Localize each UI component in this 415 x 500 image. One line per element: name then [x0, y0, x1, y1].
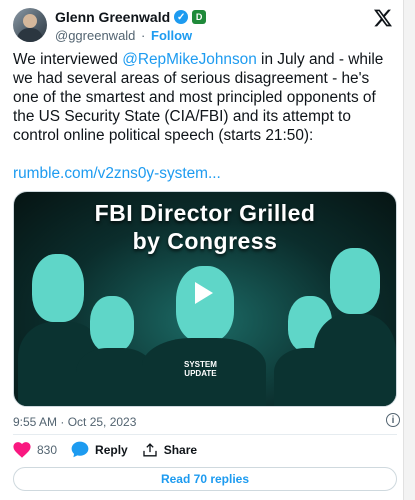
tweet-header: Glenn Greenwald ✓ D @ggreenwald · Follow: [13, 6, 393, 46]
author-handle[interactable]: @ggreenwald: [55, 28, 135, 43]
system-update-logo: SYSTEM UPDATE: [184, 360, 217, 378]
action-bar: 830 Reply Share: [13, 441, 197, 458]
reply-label: Reply: [95, 442, 128, 457]
handle-row: @ggreenwald · Follow: [55, 28, 192, 43]
like-count: 830: [37, 442, 58, 457]
figure-right: [314, 244, 396, 406]
tweet-text-part1: We interviewed: [13, 51, 123, 68]
read-replies-button[interactable]: Read 70 replies: [13, 467, 397, 491]
badge-line1: SYSTEM: [184, 360, 217, 369]
tweet-timestamp[interactable]: 9:55 AM · Oct 25, 2023: [13, 415, 136, 429]
play-icon[interactable]: [195, 282, 213, 304]
name-row: Glenn Greenwald ✓ D: [55, 9, 207, 25]
avatar[interactable]: [13, 8, 47, 42]
mention-link[interactable]: @RepMikeJohnson: [122, 51, 257, 68]
badge-line2: UPDATE: [184, 369, 217, 378]
external-link[interactable]: rumble.com/v2zns0y-system...: [13, 165, 221, 182]
info-icon[interactable]: i: [386, 413, 400, 427]
avatar-torso: [17, 28, 43, 42]
tweet-card: Glenn Greenwald ✓ D @ggreenwald · Follow…: [0, 0, 404, 500]
verified-badge-icon: ✓: [174, 10, 189, 24]
media-title-line1: FBI Director Grilled: [94, 200, 316, 226]
reply-button[interactable]: Reply: [71, 441, 128, 458]
x-logo-icon[interactable]: [373, 8, 393, 28]
reply-icon: [71, 441, 89, 458]
tweet-text: We interviewed @RepMikeJohnson in July a…: [13, 50, 397, 183]
video-thumbnail[interactable]: FBI Director Grilled by Congress SYSTEM …: [13, 191, 397, 407]
heart-icon: [13, 441, 31, 458]
author-name[interactable]: Glenn Greenwald: [55, 9, 170, 25]
like-button[interactable]: 830: [13, 441, 58, 458]
separator-dot: ·: [141, 28, 146, 43]
avatar-head: [23, 14, 37, 28]
share-icon: [143, 443, 157, 457]
affiliate-badge-icon: D: [192, 10, 207, 24]
divider: [13, 434, 397, 435]
share-label: Share: [163, 442, 198, 457]
share-button[interactable]: Share: [142, 441, 197, 458]
follow-button[interactable]: Follow: [151, 28, 192, 43]
